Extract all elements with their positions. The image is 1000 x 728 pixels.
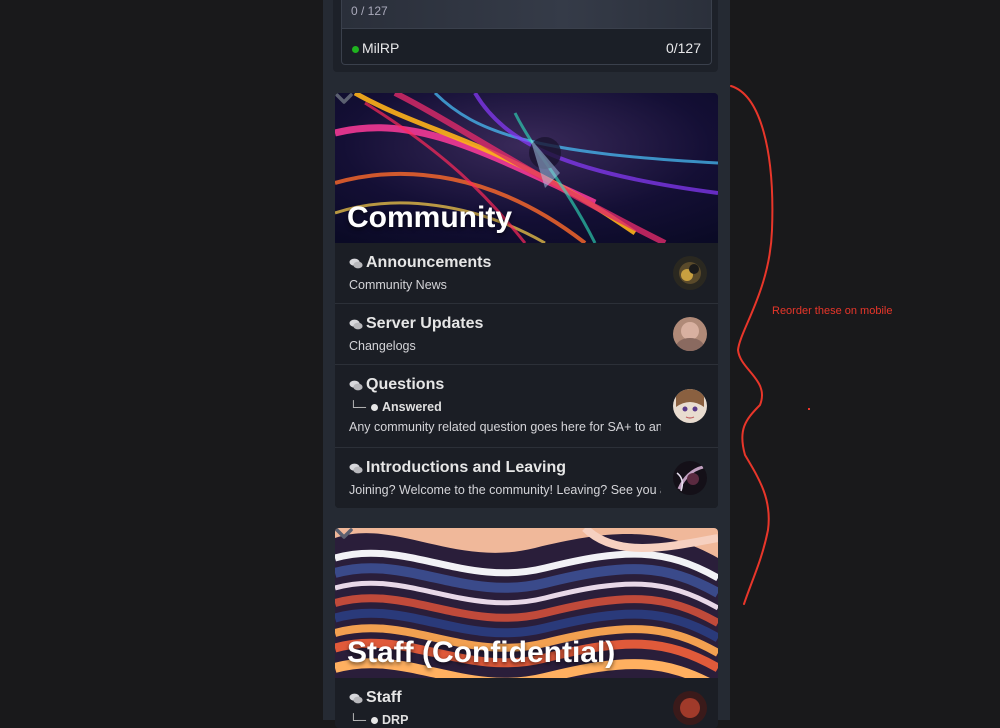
tree-branch-icon: └─ <box>349 713 367 727</box>
chat-bubbles-icon <box>349 319 363 329</box>
forum-description: Changelogs <box>349 339 416 353</box>
chevron-down-icon[interactable] <box>335 528 353 540</box>
subforum-link[interactable]: └─ Answered <box>349 400 442 414</box>
forum-description: Joining? Welcome to the community! Leavi… <box>349 483 661 497</box>
server-player-count: 0/127 <box>665 40 701 56</box>
annotation-note: Reorder these on mobile <box>772 305 893 317</box>
forum-title[interactable]: Introductions and Leaving <box>366 459 566 477</box>
chat-bubbles-icon <box>349 693 363 703</box>
chevron-down-icon[interactable] <box>335 93 353 105</box>
subforum-dot <box>371 403 379 411</box>
forum-title[interactable]: Server Updates <box>366 315 483 333</box>
forum-title-wrap: Questions <box>349 376 444 394</box>
forum-row-server-updates[interactable]: Server Updates Changelogs <box>335 304 718 365</box>
category-staff: Staff (Confidential) Staff └─ DRP <box>335 528 718 728</box>
server-name-wrap: MilRP <box>352 40 399 56</box>
avatar[interactable] <box>673 389 707 423</box>
forum-description: Any community related question goes here… <box>349 420 661 434</box>
forum-title[interactable]: Announcements <box>366 254 491 272</box>
forum-row-introductions-and-leaving[interactable]: Introductions and Leaving Joining? Welco… <box>335 448 718 508</box>
category-community: Community Announcements Community News S… <box>335 93 718 508</box>
avatar[interactable] <box>673 461 707 495</box>
forum-title-wrap: Introductions and Leaving <box>349 459 566 477</box>
online-status-dot <box>352 46 359 53</box>
server-banner-strip: 0 / 127 <box>342 0 711 29</box>
subforum-label[interactable]: Answered <box>382 400 442 414</box>
server-strip-text: 0 / 127 <box>351 4 388 18</box>
forum-column: 0 / 127 MilRP 0/127 Community Announceme… <box>323 0 730 728</box>
avatar[interactable] <box>673 317 707 351</box>
category-title: Community <box>347 201 512 234</box>
forum-row-staff[interactable]: Staff └─ DRP <box>335 678 718 728</box>
tree-branch-icon: └─ <box>349 400 367 414</box>
server-row[interactable]: MilRP 0/127 <box>352 38 701 58</box>
server-status-card: 0 / 127 MilRP 0/127 <box>333 0 718 72</box>
forum-title[interactable]: Staff <box>366 689 402 707</box>
forum-title-wrap: Announcements <box>349 254 491 272</box>
forum-title-wrap: Server Updates <box>349 315 483 333</box>
subforum-label[interactable]: DRP <box>382 713 408 727</box>
forum-description: Community News <box>349 278 447 292</box>
category-banner[interactable]: Staff (Confidential) <box>335 528 718 678</box>
forum-row-questions[interactable]: Questions └─ Answered Any community relat… <box>335 365 718 448</box>
chat-bubbles-icon <box>349 463 363 473</box>
forum-title-wrap: Staff <box>349 689 402 707</box>
forum-title[interactable]: Questions <box>366 376 444 394</box>
category-title: Staff (Confidential) <box>347 636 616 669</box>
subforum-link[interactable]: └─ DRP <box>349 713 408 727</box>
chat-bubbles-icon <box>349 380 363 390</box>
category-banner[interactable]: Community <box>335 93 718 243</box>
chat-bubbles-icon <box>349 258 363 268</box>
forum-row-announcements[interactable]: Announcements Community News <box>335 243 718 304</box>
avatar[interactable] <box>673 256 707 290</box>
annotation-dot <box>808 408 810 410</box>
server-status-inner: 0 / 127 MilRP 0/127 <box>341 0 712 65</box>
subforum-dot <box>371 716 379 724</box>
server-name: MilRP <box>362 40 400 56</box>
